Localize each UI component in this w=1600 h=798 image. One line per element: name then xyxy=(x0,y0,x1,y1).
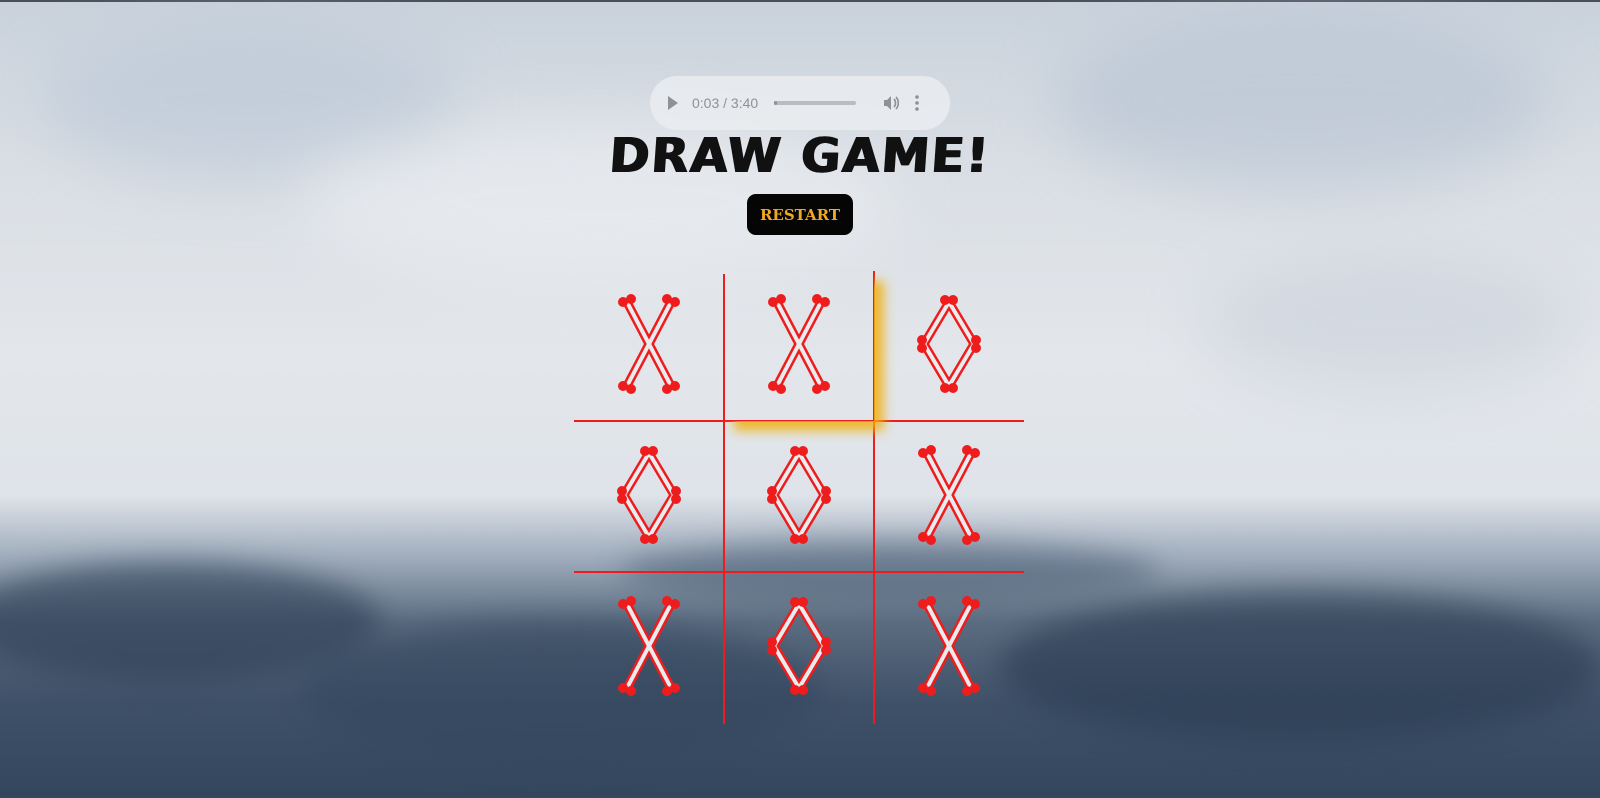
board-cell-1-2[interactable] xyxy=(724,271,874,421)
o-mark-icon xyxy=(614,445,684,549)
x-mark-icon xyxy=(914,445,984,549)
board-cell-2-3[interactable] xyxy=(874,422,1024,572)
audio-progress-slider[interactable] xyxy=(774,101,857,105)
board-cell-2-2[interactable] xyxy=(724,422,874,572)
audio-time: 0:03 / 3:40 xyxy=(692,95,759,111)
o-mark-icon xyxy=(764,596,834,700)
x-mark-icon xyxy=(764,294,834,398)
game-status-title: DRAW GAME! xyxy=(607,128,993,184)
more-options-icon[interactable] xyxy=(914,94,920,112)
x-mark-icon xyxy=(914,596,984,700)
audio-player[interactable]: 0:03 / 3:40 xyxy=(650,76,950,130)
play-icon[interactable] xyxy=(668,96,678,110)
board-cell-3-3[interactable] xyxy=(874,573,1024,723)
x-mark-icon xyxy=(614,596,684,700)
o-mark-icon xyxy=(914,294,984,398)
volume-icon[interactable] xyxy=(882,94,900,112)
o-mark-icon xyxy=(764,445,834,549)
audio-progress-fill xyxy=(774,101,778,105)
board-cell-2-1[interactable] xyxy=(574,422,724,572)
board-cell-3-1[interactable] xyxy=(574,573,724,723)
game-board xyxy=(574,271,1024,724)
board-cell-3-2[interactable] xyxy=(724,573,874,723)
restart-button[interactable]: RESTART xyxy=(747,194,853,235)
board-cell-1-1[interactable] xyxy=(574,271,724,421)
board-cell-1-3[interactable] xyxy=(874,271,1024,421)
x-mark-icon xyxy=(614,294,684,398)
